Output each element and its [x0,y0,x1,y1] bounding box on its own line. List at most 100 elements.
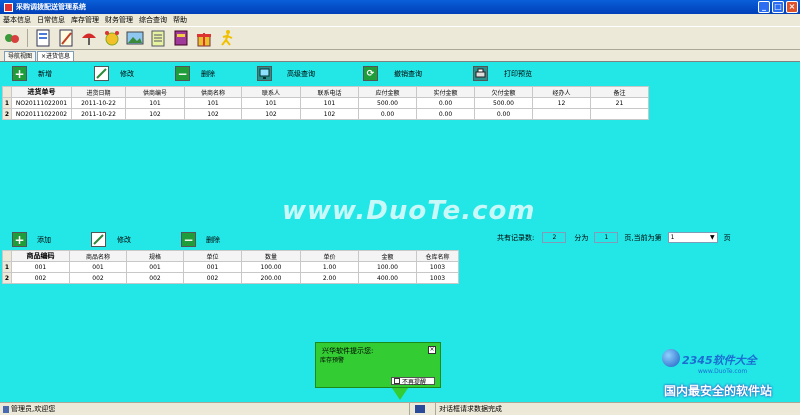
row-number[interactable]: 1 [2,261,12,273]
table-cell[interactable]: 001 [69,261,127,273]
checkbox-box[interactable] [394,378,400,384]
col-header[interactable]: 进货单号 [11,86,72,98]
menu-finance[interactable]: 财务管理 [105,15,133,25]
edit-doc-icon[interactable] [56,28,76,48]
edit-button[interactable]: 修改 [94,66,134,81]
table-cell[interactable]: 102 [184,108,242,120]
minimize-button[interactable]: _ [758,1,770,13]
table-cell[interactable]: 100.00 [358,261,417,273]
col-header[interactable]: 联系电话 [300,86,359,98]
col-header[interactable]: 欠付金额 [474,86,533,98]
table-cell[interactable]: 100.00 [241,261,301,273]
running-man-icon[interactable] [217,28,237,48]
add-button[interactable]: + 新增 [12,66,52,81]
table-cell[interactable] [532,108,591,120]
table-cell[interactable]: 101 [300,97,359,109]
maximize-button[interactable]: □ [772,1,784,13]
table-cell[interactable]: 101 [241,97,301,109]
delete-item-button[interactable]: − 删除 [181,232,220,247]
table-cell[interactable]: 001 [126,261,184,273]
table-cell[interactable]: 001 [183,261,242,273]
table-row[interactable]: 2 NO20111022002 2011-10-22 102 102 102 1… [2,108,649,120]
col-header[interactable]: 应付金额 [358,86,417,98]
table-cell[interactable]: 400.00 [358,272,417,284]
add-item-button[interactable]: + 添加 [12,232,51,247]
table-row[interactable]: 1 NO20111022001 2011-10-22 101 101 101 1… [2,97,649,109]
table-cell[interactable]: NO20111022002 [11,108,72,120]
tab-navigation-view[interactable]: 导航视图 [4,51,37,61]
table-cell[interactable]: 500.00 [358,97,417,109]
table-cell[interactable]: 1003 [416,272,459,284]
page-select[interactable]: 1 ▼ [667,232,718,243]
table-row[interactable]: 2 002 002 002 002 200.00 2.00 400.00 100… [2,272,459,284]
table-cell[interactable]: 0.00 [416,108,475,120]
col-header[interactable]: 商品名称 [69,250,127,262]
col-header[interactable]: 供商编号 [125,86,185,98]
table-row[interactable]: 1 001 001 001 001 100.00 1.00 100.00 100… [2,261,459,273]
table-cell[interactable]: 002 [69,272,127,284]
table-cell[interactable]: 1003 [416,261,459,273]
menu-basic-info[interactable]: 基本信息 [3,15,31,25]
table-cell[interactable]: 002 [11,272,70,284]
dont-remind-checkbox[interactable]: 不再提醒 [391,377,435,386]
col-header[interactable]: 商品编码 [11,250,70,262]
row-number[interactable]: 2 [2,108,12,120]
table-cell[interactable]: 2011-10-22 [71,97,126,109]
book-icon[interactable] [171,28,191,48]
popup-close-button[interactable]: × [428,346,436,354]
delete-button[interactable]: − 删除 [175,66,215,81]
menu-query[interactable]: 综合查询 [139,15,167,25]
table-cell[interactable]: 1.00 [300,261,359,273]
col-header[interactable]: 进货日期 [71,86,126,98]
popup-message[interactable]: 库存预警 [320,355,344,364]
table-cell[interactable]: 2.00 [300,272,359,284]
edit-item-button[interactable]: 修改 [91,232,131,247]
table-cell[interactable]: 102 [241,108,301,120]
col-header[interactable]: 单位 [183,250,242,262]
table-cell[interactable]: 12 [532,97,591,109]
col-header[interactable]: 经办人 [532,86,591,98]
users-icon[interactable] [2,28,22,48]
table-cell[interactable]: 0.00 [358,108,417,120]
table-cell[interactable]: 002 [126,272,184,284]
table-cell[interactable]: 500.00 [474,97,533,109]
print-preview-button[interactable]: 打印预览 [473,66,532,81]
close-button[interactable]: × [786,1,798,13]
table-cell[interactable] [590,108,649,120]
picture-icon[interactable] [125,28,145,48]
col-header[interactable]: 金额 [358,250,417,262]
cancel-query-button[interactable]: ⟳ 撤销查询 [363,66,422,81]
table-cell[interactable]: NO20111022001 [11,97,72,109]
table-cell[interactable]: 001 [11,261,70,273]
menu-help[interactable]: 帮助 [173,15,187,25]
tab-purchase-info[interactable]: ×进货信息 [37,51,75,61]
advanced-query-button[interactable]: 高级查询 [257,66,315,81]
col-header[interactable]: 单价 [300,250,359,262]
table-cell[interactable]: 102 [300,108,359,120]
col-header[interactable]: 仓库名称 [416,250,459,262]
row-number[interactable]: 1 [2,97,12,109]
table-cell[interactable]: 21 [590,97,649,109]
table-cell[interactable]: 200.00 [241,272,301,284]
col-header[interactable]: 备注 [590,86,649,98]
table-cell[interactable]: 0.00 [416,97,475,109]
row-number[interactable]: 2 [2,272,12,284]
menu-inventory[interactable]: 库存管理 [71,15,99,25]
menu-daily-info[interactable]: 日常信息 [37,15,65,25]
document-icon[interactable] [33,28,53,48]
col-header[interactable]: 实付金额 [416,86,475,98]
table-cell[interactable]: 101 [125,97,185,109]
col-header[interactable]: 供商名称 [184,86,242,98]
col-header[interactable]: 数量 [241,250,301,262]
col-header[interactable]: 联系人 [241,86,301,98]
table-cell[interactable]: 2011-10-22 [71,108,126,120]
col-header[interactable]: 规格 [126,250,184,262]
notepad-icon[interactable] [148,28,168,48]
table-cell[interactable]: 101 [184,97,242,109]
alarm-clock-icon[interactable] [102,28,122,48]
table-cell[interactable]: 102 [125,108,185,120]
umbrella-icon[interactable] [79,28,99,48]
table-cell[interactable]: 002 [183,272,242,284]
table-cell[interactable]: 0.00 [474,108,533,120]
gift-icon[interactable] [194,28,214,48]
